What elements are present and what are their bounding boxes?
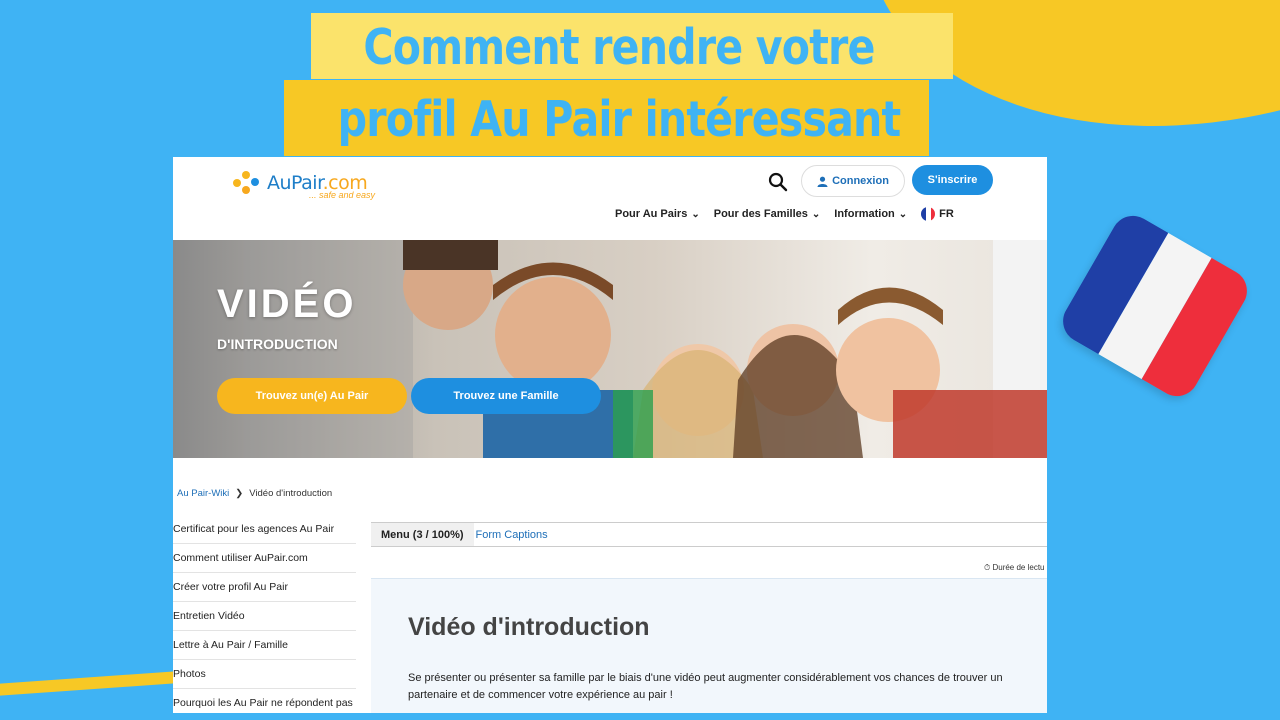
sidebar-item-creer-profil[interactable]: Créer votre profil Au Pair <box>173 573 356 602</box>
french-flag-icon <box>1055 207 1255 405</box>
reading-time: ⏱ Durée de lectu <box>984 563 1045 572</box>
hero-banner: VIDÉO D'INTRODUCTION Trouvez un(e) Au Pa… <box>173 240 1047 458</box>
search-icon <box>768 172 788 192</box>
article-content: Vidéo d'introduction Se présenter ou pré… <box>371 578 1047 713</box>
find-au-pair-button[interactable]: Trouvez un(e) Au Pair <box>217 378 407 414</box>
menu-tab[interactable]: Menu (3 / 100%) <box>371 523 474 546</box>
find-family-button[interactable]: Trouvez une Famille <box>411 378 601 414</box>
chevron-down-icon: ⌄ <box>898 208 908 220</box>
sidebar-item-entretien-video[interactable]: Entretien Vidéo <box>173 602 356 631</box>
main-nav: Pour Au Pairs ⌄ Pour des Familles ⌄ Info… <box>615 207 954 221</box>
banner-title: Comment rendre votre profil Au Pair inté… <box>337 12 902 156</box>
nav-item-information[interactable]: Information ⌄ <box>834 207 907 221</box>
breadcrumb-current: Vidéo d'introduction <box>249 488 333 499</box>
sidebar-item-comment-utiliser[interactable]: Comment utiliser AuPair.com <box>173 544 356 573</box>
search-button[interactable] <box>767 171 789 193</box>
breadcrumb-root[interactable]: Au Pair-Wiki <box>177 488 229 499</box>
banner-title-line1: Comment rendre votre <box>363 19 875 76</box>
decorative-stripe <box>0 671 181 697</box>
nav-item-familles[interactable]: Pour des Familles ⌄ <box>714 207 821 221</box>
connexion-label: Connexion <box>832 175 889 187</box>
chevron-down-icon: ⌄ <box>811 208 821 220</box>
user-icon <box>817 176 828 187</box>
nav-item-au-pairs[interactable]: Pour Au Pairs ⌄ <box>615 207 700 221</box>
breadcrumb-separator-icon: ❯ <box>235 488 244 499</box>
form-captions-link[interactable]: Form Captions <box>474 529 548 541</box>
fr-flag-icon <box>921 207 936 221</box>
article-title: Vidéo d'introduction <box>408 613 650 641</box>
sidebar-item-certificat[interactable]: Certificat pour les agences Au Pair <box>173 515 356 544</box>
hero-subtitle: D'INTRODUCTION <box>217 336 338 352</box>
banner-title-line2: profil Au Pair intéressant <box>337 91 902 148</box>
connexion-button[interactable]: Connexion <box>801 165 905 197</box>
sidebar-item-lettre[interactable]: Lettre à Au Pair / Famille <box>173 631 356 660</box>
sidebar-item-pourquoi[interactable]: Pourquoi les Au Pair ne répondent pas <box>173 689 356 713</box>
hero-title: VIDÉO <box>217 282 357 326</box>
chevron-down-icon: ⌄ <box>691 208 700 220</box>
sidebar-item-photos[interactable]: Photos <box>173 660 356 689</box>
wiki-sidebar: Certificat pour les agences Au Pair Comm… <box>173 515 356 713</box>
inscrire-button[interactable]: S'inscrire <box>912 165 993 195</box>
content-toolbar: Menu (3 / 100%) Form Captions <box>371 522 1047 547</box>
breadcrumb: Au Pair-Wiki ❯ Vidéo d'introduction <box>177 488 332 499</box>
logo-dots-icon <box>231 168 265 198</box>
article-body: Se présenter ou présenter sa famille par… <box>408 672 1003 701</box>
website-screenshot: AuPair.com ... safe and easy Connexion S… <box>173 157 1047 713</box>
language-selector[interactable]: FR <box>921 207 954 221</box>
logo-tagline: ... safe and easy <box>309 190 376 200</box>
